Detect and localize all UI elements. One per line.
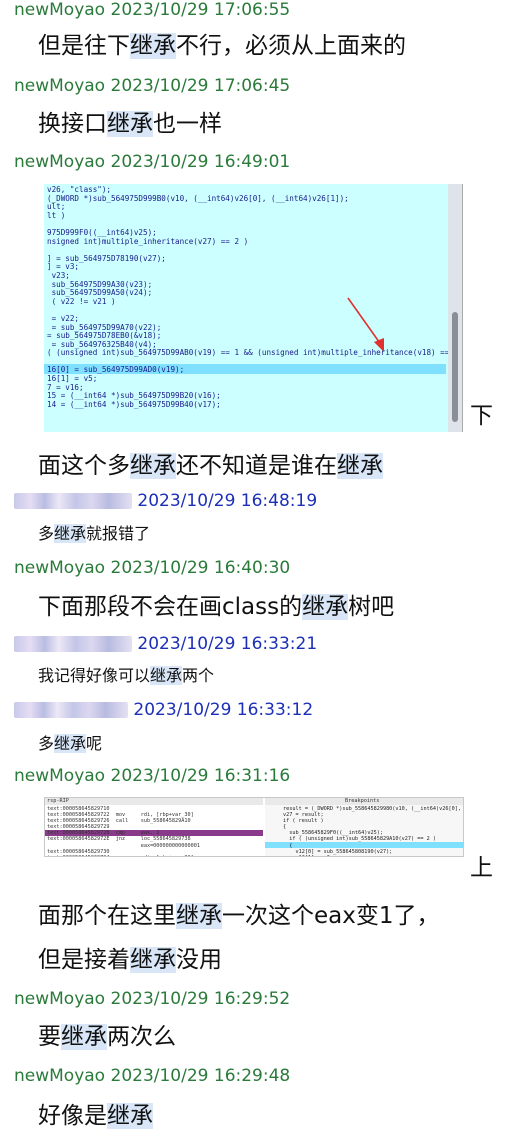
message-text: 但是接着继承没用 — [38, 942, 222, 978]
text-part: 两次么 — [107, 1024, 176, 1050]
pseudocode: result = (_DWORD *)sub_558645829980(v10,… — [283, 806, 462, 856]
pane-title-bar: Breakpoints — [265, 798, 463, 805]
text-part: 我记得好像可以 — [38, 666, 151, 685]
message-text: 要继承两次么 — [38, 1019, 176, 1055]
message-time: 2023/10/29 16:33:21 — [137, 634, 318, 654]
highlight-keyword: 继承 — [337, 453, 383, 479]
message-text: 下面那段不会在画class的继承树吧 — [38, 589, 394, 625]
blurred-sender-name — [14, 702, 128, 718]
highlight-keyword: 继承 — [107, 111, 153, 137]
message-header: newMoyao 2023/10/29 16:29:48 — [14, 1066, 290, 1086]
message-text: 多继承就报错了 — [38, 521, 150, 547]
sender-name: newMoyao — [14, 0, 106, 20]
sender-name: newMoyao — [14, 152, 106, 172]
text-part: 好像是 — [38, 1103, 107, 1129]
message-header: newMoyao 2023/10/29 16:29:52 — [14, 989, 290, 1009]
highlight-keyword: 继承 — [130, 33, 176, 59]
sender-name: newMoyao — [14, 766, 106, 786]
text-part: 但是接着 — [38, 947, 130, 973]
message-time: 2023/10/29 16:48:19 — [137, 491, 318, 511]
sender-name: newMoyao — [14, 1066, 106, 1086]
sender-name: newMoyao — [14, 558, 106, 578]
text-part: 但是往下 — [38, 33, 130, 59]
text-part: 要 — [38, 1024, 61, 1050]
highlight-keyword: 继承 — [176, 903, 222, 929]
blurred-sender-name — [14, 493, 132, 509]
text-part: 一次这个eax变1了， — [222, 903, 440, 929]
highlight-keyword: 继承 — [107, 1103, 153, 1129]
message-header: 2023/10/29 16:33:12 — [14, 700, 313, 720]
highlight-keyword: 继承 — [130, 947, 176, 973]
message-text: 我记得好像可以继承两个 — [38, 663, 214, 689]
highlight-keyword: 继承 — [302, 594, 349, 620]
text-part: 也一样 — [153, 111, 222, 137]
text-part: 面这个多 — [38, 453, 130, 479]
sender-name: newMoyao — [14, 989, 106, 1009]
pane-title: Breakpoints — [345, 798, 380, 804]
text-part: 树吧 — [348, 594, 395, 620]
sender-name: newMoyao — [14, 76, 106, 96]
highlight-keyword: 继承 — [54, 524, 87, 543]
message-text: 好像是继承 — [38, 1098, 153, 1134]
pane-title-bar: rsp-RIP — [45, 798, 263, 805]
message-header: newMoyao 2023/10/29 16:49:01 — [14, 152, 290, 172]
pseudocode-pane: Breakpoints result = (_DWORD *)sub_55864… — [265, 798, 463, 856]
text-part: 不行，必须从上面来的 — [176, 33, 406, 59]
message-time: 2023/10/29 17:06:55 — [110, 0, 291, 20]
message-text: 下 — [470, 403, 493, 429]
pane-title: rsp-RIP — [47, 798, 69, 804]
highlight-keyword: 继承 — [61, 1024, 107, 1050]
message-text: 面这个多继承还不知道是谁在继承 — [38, 448, 383, 484]
message-text: 换接口继承也一样 — [38, 106, 222, 142]
scrollbar[interactable] — [448, 184, 462, 432]
message-time: 2023/10/29 16:29:48 — [110, 1066, 291, 1086]
highlight-keyword: 继承 — [54, 734, 87, 753]
message-time: 2023/10/29 17:06:45 — [110, 76, 291, 96]
message-header: 2023/10/29 16:33:21 — [14, 634, 317, 654]
code-screenshot[interactable]: v26, "class"); (_DWORD *)sub_564975D999B… — [44, 184, 463, 432]
text-part: 两个 — [182, 666, 215, 685]
debugger-screenshot[interactable]: rsp-RIP text:000058645829710 text:000058… — [44, 797, 464, 857]
message-text: 但是往下继承不行，必须从上面来的 — [38, 28, 406, 64]
message-text: 多继承呢 — [38, 731, 102, 757]
highlight-keyword: 继承 — [150, 666, 183, 685]
text-part: 多 — [38, 524, 55, 543]
text-part: 还不知道是谁在 — [176, 453, 337, 479]
message-text: 上 — [470, 855, 493, 881]
message-header: newMoyao 2023/10/29 17:06:55 — [14, 0, 290, 20]
text-part: 面那个在这里 — [38, 903, 176, 929]
disassembly-pane: rsp-RIP text:000058645829710 text:000058… — [45, 798, 263, 856]
message-header: 2023/10/29 16:48:19 — [14, 491, 317, 511]
text-part: 下面那段不会在画class的 — [38, 594, 303, 620]
message-text: 面那个在这里继承一次这个eax变1了， — [38, 898, 440, 934]
message-header: newMoyao 2023/10/29 16:31:16 — [14, 766, 290, 786]
text-part: 没用 — [176, 947, 222, 973]
message-time: 2023/10/29 16:31:16 — [110, 766, 291, 786]
text-part: 呢 — [86, 734, 103, 753]
text-part: 多 — [38, 734, 55, 753]
message-time: 2023/10/29 16:40:30 — [110, 558, 291, 578]
message-time: 2023/10/29 16:29:52 — [110, 989, 291, 1009]
scrollbar-thumb[interactable] — [452, 312, 458, 422]
text-part: 就报错了 — [86, 524, 151, 543]
message-time: 2023/10/29 16:33:12 — [133, 700, 314, 720]
message-header: newMoyao 2023/10/29 17:06:45 — [14, 76, 290, 96]
text-part: 换接口 — [38, 111, 107, 137]
message-header: newMoyao 2023/10/29 16:40:30 — [14, 558, 290, 578]
message-time: 2023/10/29 16:49:01 — [110, 152, 291, 172]
disassembly-code: text:000058645829710 text:00005864582972… — [47, 806, 201, 856]
highlight-keyword: 继承 — [130, 453, 176, 479]
blurred-sender-name — [14, 636, 132, 652]
red-arrow-icon — [347, 297, 384, 352]
